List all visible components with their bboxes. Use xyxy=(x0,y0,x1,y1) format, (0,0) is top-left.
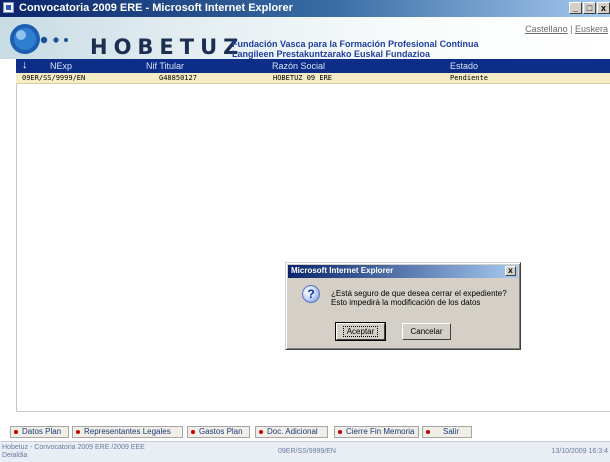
cell-nexp: 09ER/SS/9999/EN xyxy=(22,74,86,82)
cell-estado: Pendiente xyxy=(450,74,488,82)
nav-bullet-icon xyxy=(338,430,342,434)
window-controls: _ □ x xyxy=(568,1,610,16)
table-bottom-border xyxy=(16,411,610,412)
nav-bullet-icon xyxy=(259,430,263,434)
col-header-nif[interactable]: Nif Titular xyxy=(146,61,184,71)
nav-label: Gastos Plan xyxy=(199,427,243,436)
dialog-message-line2: Esto impedirá la modificación de los dat… xyxy=(331,298,481,307)
nav-label: Salir xyxy=(443,427,460,436)
nav-gastos-plan[interactable]: Gastos Plan xyxy=(187,426,250,438)
table-header: ↓ NExp Nif Titular Razón Social Estado xyxy=(16,59,610,73)
status-program: Hobetuz - Convocatoria 2009 ERE /2009 EE… xyxy=(2,444,145,460)
nav-salir[interactable]: Salir xyxy=(422,426,472,438)
status-bar: Hobetuz - Convocatoria 2009 ERE /2009 EE… xyxy=(0,441,610,462)
nav-label: Representantes Legales xyxy=(84,427,171,436)
maximize-button[interactable]: □ xyxy=(583,2,596,14)
cell-razon: HOBETUZ 09 ERE xyxy=(273,74,333,82)
accept-button-label: Aceptar xyxy=(342,326,379,337)
col-header-estado[interactable]: Estado xyxy=(450,61,478,71)
sort-arrow-icon[interactable]: ↓ xyxy=(22,59,28,71)
cancel-button[interactable]: Cancelar xyxy=(402,323,451,340)
minimize-button[interactable]: _ xyxy=(569,2,582,14)
tagline: Fundación Vasca para la Formación Profes… xyxy=(232,39,479,59)
nav-label: Doc. Adicional xyxy=(267,427,318,436)
page-header: HOBETUZ Fundación Vasca para la Formació… xyxy=(0,17,610,59)
nav-representantes-legales[interactable]: Representantes Legales xyxy=(72,426,183,438)
col-header-razon[interactable]: Razón Social xyxy=(272,61,325,71)
question-icon: ? xyxy=(302,285,320,303)
nav-cierre-fin-memoria[interactable]: Cierre Fin Memoria xyxy=(334,426,419,438)
status-program-line2: Deialdia xyxy=(2,452,28,459)
nav-bullet-icon xyxy=(14,430,18,434)
logo-wordmark: HOBETUZ xyxy=(90,35,245,59)
table-row[interactable]: 09ER/SS/9999/EN G48850127 HOBETUZ 09 ERE… xyxy=(16,73,610,84)
cell-nif: G48850127 xyxy=(159,74,197,82)
tagline-eu: Langileen Prestakuntzarako Euskal Fundaz… xyxy=(232,49,431,59)
nav-bullet-icon xyxy=(191,430,195,434)
lang-euskera-link[interactable]: Euskera xyxy=(575,24,608,34)
nav-bullet-icon xyxy=(426,430,430,434)
nav-doc-adicional[interactable]: Doc. Adicional xyxy=(255,426,328,438)
status-datetime: 13/10/2009 16:3:4 xyxy=(551,448,608,455)
hobetuz-logo-icon xyxy=(10,24,68,54)
nav-label: Cierre Fin Memoria xyxy=(346,427,415,436)
window-title: Convocatoria 2009 ERE - Microsoft Intern… xyxy=(19,2,293,14)
dialog-title: Microsoft Internet Explorer xyxy=(291,266,394,275)
lang-castellano-link[interactable]: Castellano xyxy=(525,24,568,34)
status-expediente: 09ER/SS/9999/EN xyxy=(278,448,336,455)
window-title-bar[interactable]: Convocatoria 2009 ERE - Microsoft Intern… xyxy=(0,0,610,17)
dialog-message-line1: ¿Está seguro de que desea cerrar el expe… xyxy=(331,289,507,298)
close-button[interactable]: x xyxy=(597,2,610,14)
nav-datos-plan[interactable]: Datos Plan xyxy=(10,426,69,438)
dialog-message: ¿Está seguro de que desea cerrar el expe… xyxy=(331,289,507,307)
tagline-es: Fundación Vasca para la Formación Profes… xyxy=(232,39,479,49)
confirm-dialog: Microsoft Internet Explorer x ? ¿Está se… xyxy=(285,262,521,350)
nav-label: Datos Plan xyxy=(22,427,62,436)
language-switcher: Castellano | Euskera xyxy=(525,24,608,34)
lang-separator: | xyxy=(570,24,573,34)
nav-bullet-icon xyxy=(76,430,80,434)
dialog-title-bar[interactable]: Microsoft Internet Explorer x xyxy=(288,265,518,278)
ie-app-icon xyxy=(3,2,14,13)
accept-button[interactable]: Aceptar xyxy=(335,322,386,341)
col-header-nexp[interactable]: NExp xyxy=(50,61,72,71)
table-left-border xyxy=(16,59,17,411)
status-program-line1: Hobetuz - Convocatoria 2009 ERE /2009 EE… xyxy=(2,444,145,451)
dialog-close-button[interactable]: x xyxy=(505,266,516,276)
